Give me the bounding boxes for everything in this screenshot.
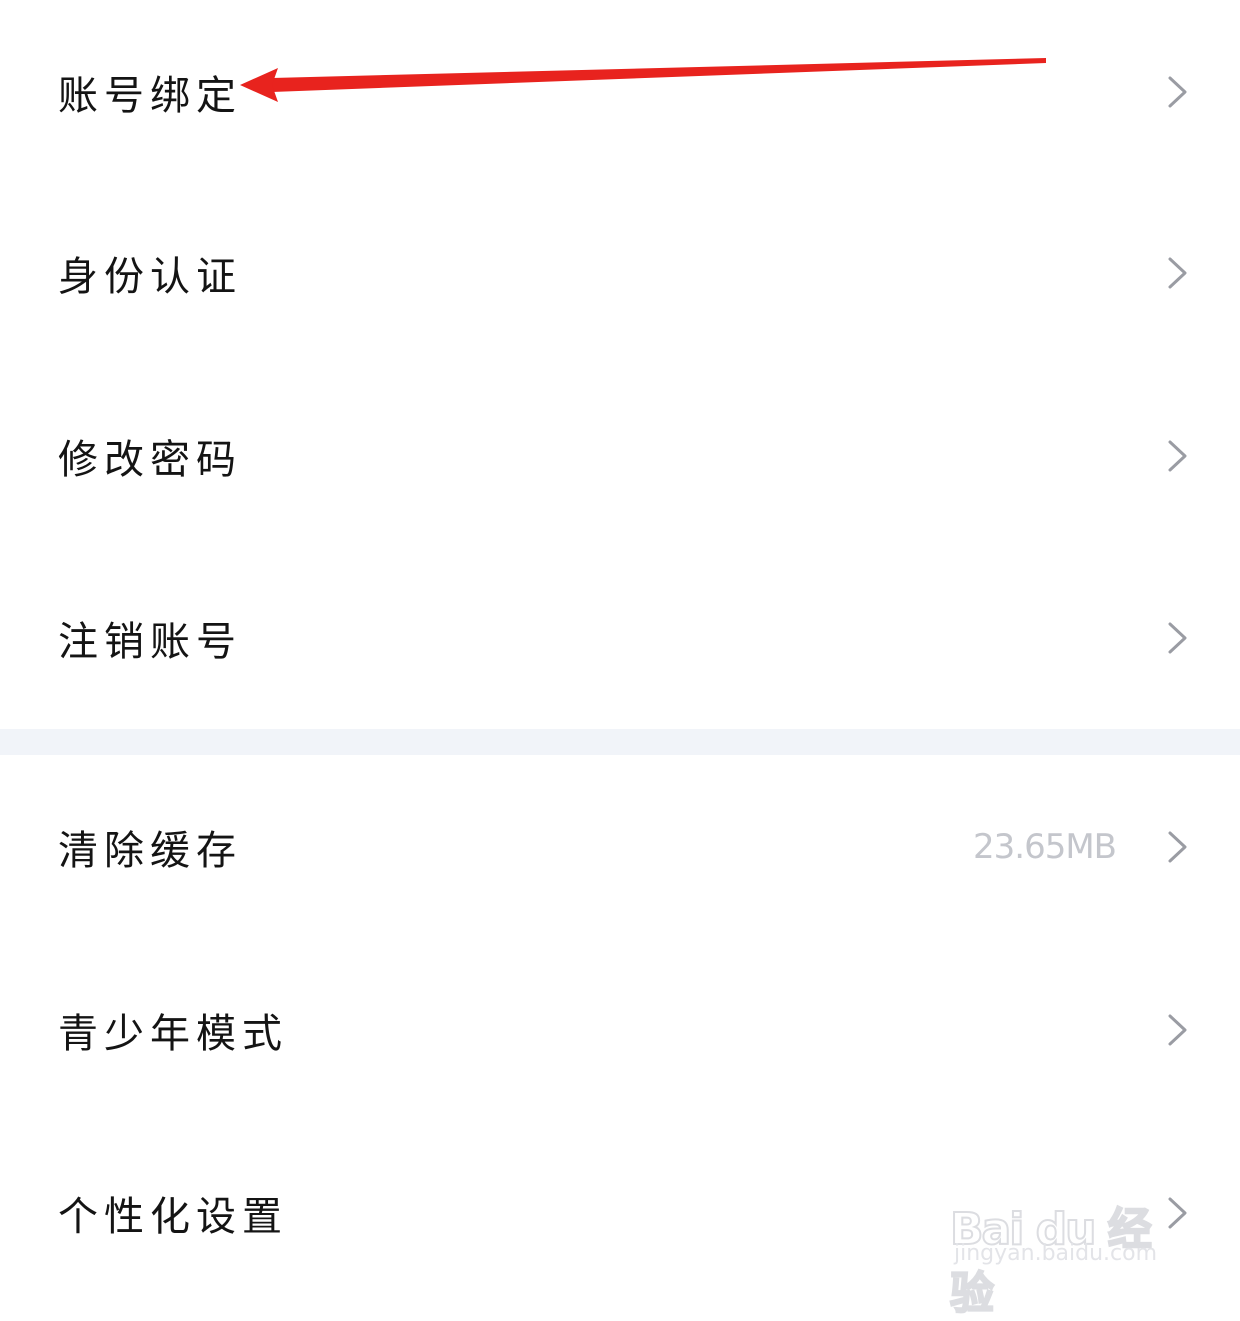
chevron-right-icon [1164, 830, 1192, 864]
account-settings-group: 账号绑定 身份认证 修改密码 注销账号 [0, 0, 1240, 729]
settings-row-label: 注销账号 [58, 618, 242, 665]
settings-row-youth-mode[interactable]: 青少年模式 [0, 938, 1240, 1121]
chevron-right-icon [1164, 621, 1192, 655]
chevron-right-icon [1164, 75, 1192, 109]
cache-size-value: 23.65MB [973, 826, 1117, 867]
chevron-right-icon [1164, 1196, 1192, 1230]
settings-row-clear-cache[interactable]: 清除缓存 23.65MB [0, 755, 1240, 938]
settings-row-delete-account[interactable]: 注销账号 [0, 546, 1240, 729]
settings-row-label: 账号绑定 [58, 72, 242, 119]
settings-row-account-binding[interactable]: 账号绑定 [0, 0, 1240, 183]
settings-row-label: 身份认证 [58, 253, 242, 300]
settings-row-label: 清除缓存 [58, 827, 242, 874]
section-divider [0, 729, 1240, 755]
settings-row-label: 修改密码 [58, 436, 242, 483]
settings-row-change-password[interactable]: 修改密码 [0, 364, 1240, 547]
settings-row-personalization[interactable]: 个性化设置 [0, 1121, 1240, 1304]
settings-row-label: 个性化设置 [58, 1193, 288, 1240]
chevron-right-icon [1164, 439, 1192, 473]
settings-row-identity-verification[interactable]: 身份认证 [0, 181, 1240, 364]
general-settings-group: 清除缓存 23.65MB 青少年模式 个性化设置 [0, 755, 1240, 1299]
chevron-right-icon [1164, 1013, 1192, 1047]
settings-row-label: 青少年模式 [58, 1010, 288, 1057]
chevron-right-icon [1164, 256, 1192, 290]
